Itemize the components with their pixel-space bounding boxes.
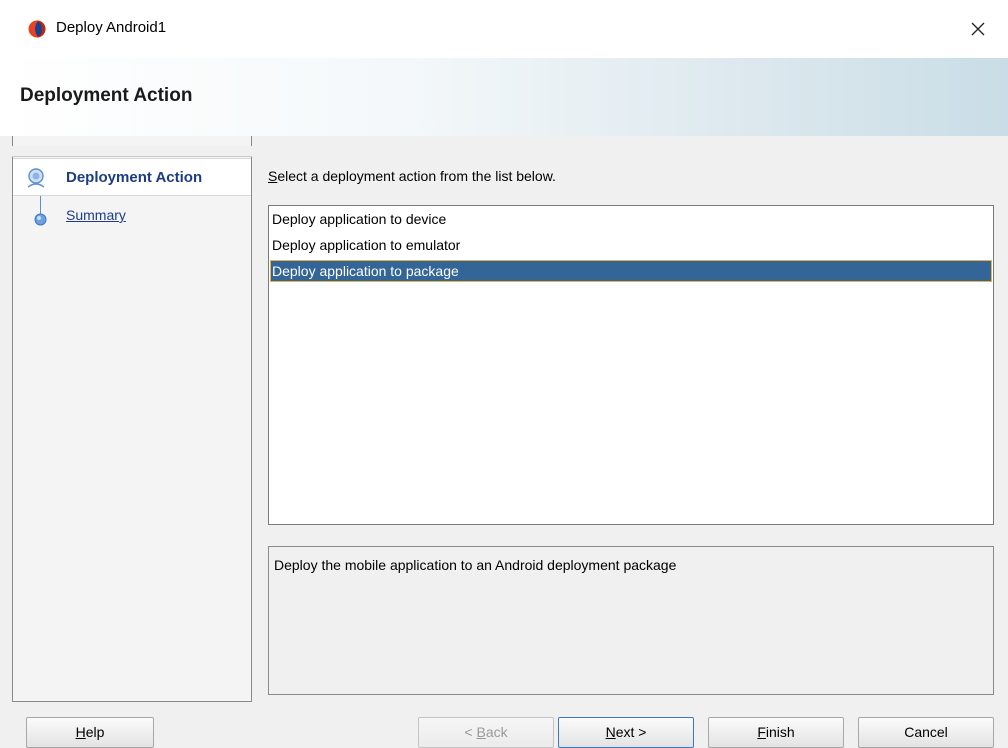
nav-divider <box>12 146 252 157</box>
close-icon <box>971 22 985 36</box>
nav-step-label: Deployment Action <box>66 169 203 186</box>
window-title: Deploy Android1 <box>56 19 167 36</box>
action-description-box: Deploy the mobile application to an Andr… <box>268 546 994 695</box>
deployment-action-list[interactable]: Deploy application to device Deploy appl… <box>268 205 994 525</box>
finish-button[interactable]: Finish <box>708 717 844 748</box>
wizard-header: Deployment Action <box>0 58 1008 136</box>
list-item-deploy-package[interactable]: Deploy application to package <box>270 260 992 282</box>
close-button[interactable] <box>958 12 998 46</box>
step-dot-icon <box>34 213 47 226</box>
current-step-icon <box>27 168 45 188</box>
app-logo-icon <box>28 20 46 38</box>
step-connector-line <box>40 196 41 214</box>
instruction-rest: elect a deployment action from the list … <box>277 168 556 184</box>
action-description: Deploy the mobile application to an Andr… <box>274 557 677 573</box>
title-bar: Deploy Android1 <box>0 0 1008 58</box>
page-title: Deployment Action <box>20 85 193 106</box>
help-button[interactable]: Help <box>26 717 154 748</box>
list-item-deploy-emulator[interactable]: Deploy application to emulator <box>270 234 992 256</box>
list-item-deploy-device[interactable]: Deploy application to device <box>270 208 992 230</box>
instruction-text: Select a deployment action from the list… <box>268 168 556 184</box>
instruction-mnemonic: S <box>268 168 278 184</box>
nav-step-deployment-action[interactable]: Deployment Action <box>13 158 251 196</box>
cancel-button[interactable]: Cancel <box>858 717 994 748</box>
nav-step-summary[interactable]: Summary <box>66 207 126 223</box>
back-button[interactable]: < Back <box>418 717 554 748</box>
next-button[interactable]: Next > <box>558 717 694 748</box>
wizard-step-nav <box>12 136 252 702</box>
